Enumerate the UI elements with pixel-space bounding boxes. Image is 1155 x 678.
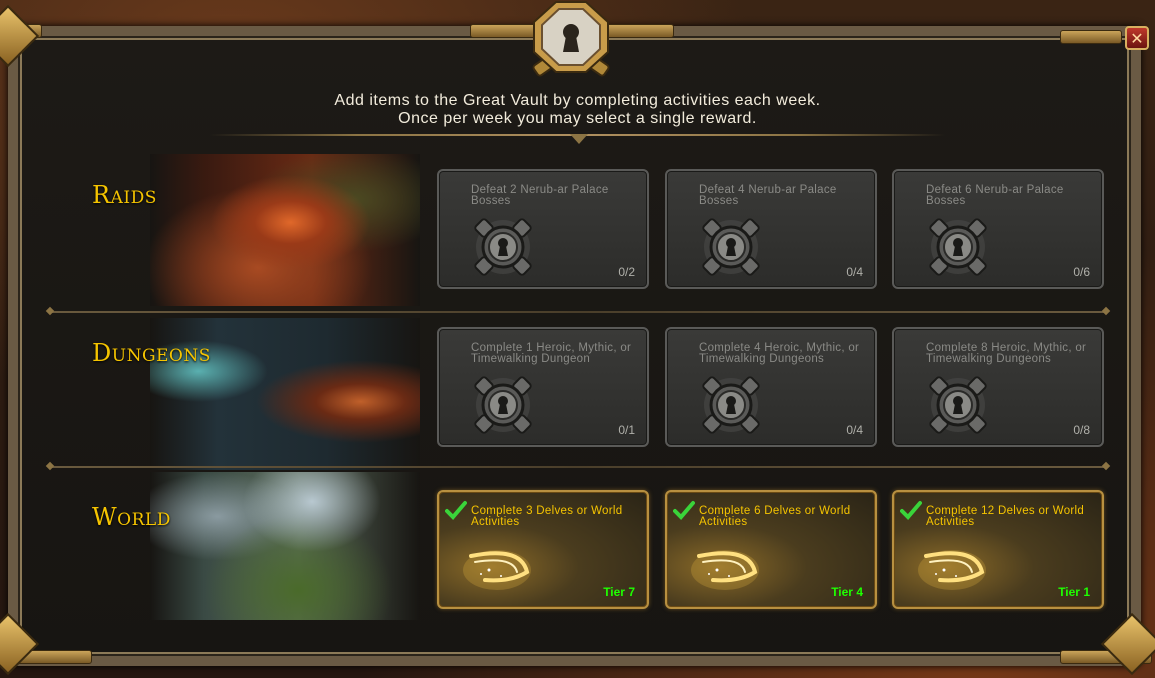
- reward-slot-world-1[interactable]: Complete 3 Delves or World Activities Ti…: [437, 490, 649, 609]
- slot-requirement: Complete 6 Delves or World Activities: [699, 505, 851, 528]
- slot-progress: 0/6: [1073, 265, 1090, 279]
- slot-requirement: Complete 1 Heroic, Mythic, or Timewalkin…: [471, 342, 632, 365]
- slot-requirement: Defeat 2 Nerub-ar Palace Bosses: [471, 184, 609, 207]
- checkmark-icon: [445, 501, 467, 520]
- slot-requirement: Complete 4 Heroic, Mythic, or Timewalkin…: [699, 342, 860, 365]
- padlock-icon: [701, 375, 761, 435]
- slot-progress: 0/4: [846, 265, 863, 279]
- reward-swirl-icon: [461, 548, 533, 592]
- slot-requirement: Defeat 4 Nerub-ar Palace Bosses: [699, 184, 837, 207]
- close-icon: ✕: [1130, 28, 1144, 48]
- slot-requirement: Complete 3 Delves or World Activities: [471, 505, 623, 528]
- slot-requirement: Complete 12 Delves or World Activities: [926, 505, 1085, 528]
- reward-slot-dungeons-1[interactable]: Complete 1 Heroic, Mythic, or Timewalkin…: [437, 327, 649, 447]
- reward-slot-dungeons-2[interactable]: Complete 4 Heroic, Mythic, or Timewalkin…: [665, 327, 877, 447]
- vault-lock-icon: [532, 0, 610, 77]
- slot-tier: Tier 1: [1058, 585, 1090, 599]
- frame-ornament: [606, 24, 674, 38]
- world-artwork: [150, 472, 420, 620]
- checkmark-icon: [900, 501, 922, 520]
- slot-progress: 0/8: [1073, 423, 1090, 437]
- raids-artwork: [150, 154, 420, 306]
- slot-tier: Tier 4: [831, 585, 863, 599]
- frame-ornament: [1060, 30, 1122, 44]
- reward-slot-raids-2[interactable]: Defeat 4 Nerub-ar Palace Bosses 0/4: [665, 169, 877, 289]
- slot-progress: 0/2: [618, 265, 635, 279]
- reward-slot-raids-3[interactable]: Defeat 6 Nerub-ar Palace Bosses 0/6: [892, 169, 1104, 289]
- instructions-line-1: Add items to the Great Vault by completi…: [334, 92, 821, 109]
- reward-swirl-icon: [689, 548, 761, 592]
- reward-slot-raids-1[interactable]: Defeat 2 Nerub-ar Palace Bosses 0/2: [437, 169, 649, 289]
- padlock-icon: [928, 217, 988, 277]
- row-title-raids: Raids: [92, 181, 157, 209]
- reward-swirl-icon: [916, 548, 988, 592]
- close-button[interactable]: ✕: [1125, 26, 1149, 50]
- checkmark-icon: [673, 501, 695, 520]
- slot-progress: 0/4: [846, 423, 863, 437]
- header-divider-notch: [570, 134, 588, 144]
- instructions-line-2: Once per week you may select a single re…: [398, 110, 757, 127]
- row-divider: [50, 311, 1106, 313]
- padlock-icon: [473, 375, 533, 435]
- row-title-world: World: [92, 503, 171, 531]
- padlock-icon: [473, 217, 533, 277]
- row-divider: [50, 466, 1106, 468]
- slot-progress: 0/1: [618, 423, 635, 437]
- slot-tier: Tier 7: [603, 585, 635, 599]
- slot-requirement: Defeat 6 Nerub-ar Palace Bosses: [926, 184, 1064, 207]
- slot-requirement: Complete 8 Heroic, Mythic, or Timewalkin…: [926, 342, 1087, 365]
- reward-slot-world-2[interactable]: Complete 6 Delves or World Activities Ti…: [665, 490, 877, 609]
- instructions-text: Add items to the Great Vault by completi…: [0, 92, 1155, 128]
- reward-slot-world-3[interactable]: Complete 12 Delves or World Activities T…: [892, 490, 1104, 609]
- padlock-icon: [928, 375, 988, 435]
- row-title-dungeons: Dungeons: [92, 339, 211, 367]
- padlock-icon: [701, 217, 761, 277]
- reward-slot-dungeons-3[interactable]: Complete 8 Heroic, Mythic, or Timewalkin…: [892, 327, 1104, 447]
